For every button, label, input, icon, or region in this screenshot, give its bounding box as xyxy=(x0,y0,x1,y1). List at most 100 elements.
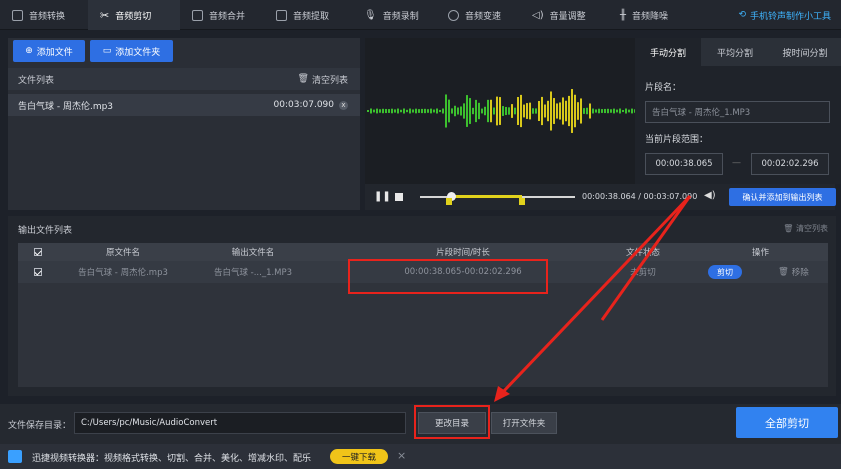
open-folder-button[interactable]: 打开文件夹 xyxy=(491,412,557,434)
remove-file-icon[interactable]: x xyxy=(339,100,348,110)
waveform-bar xyxy=(511,104,513,118)
waveform-bar xyxy=(478,102,480,120)
waveform-bar xyxy=(385,108,387,114)
waveform-bar xyxy=(589,103,591,119)
waveform-bar xyxy=(538,100,540,122)
stop-icon[interactable] xyxy=(395,193,403,201)
promo-bar: 迅捷视频转换器：视频格式转换、切割、合并、美化、增减水印、配乐 一键下载 × xyxy=(0,444,841,469)
confirm-add-output-button[interactable]: 确认并添加到输出列表 xyxy=(729,188,836,206)
col-actions: 操作 xyxy=(751,248,769,258)
merge-icon xyxy=(192,9,203,21)
waveform-bar xyxy=(616,109,618,113)
select-all-checkbox[interactable] xyxy=(34,248,42,256)
save-path-input[interactable]: C:/Users/pc/Music/AudioConvert xyxy=(74,412,406,434)
waveform-bar xyxy=(523,104,525,118)
mic-icon: 🎙 xyxy=(364,9,377,21)
range-label: 当前片段范围： xyxy=(645,135,709,145)
waveform-bar xyxy=(421,108,423,114)
range-end-marker[interactable] xyxy=(519,198,525,205)
waveform-bar xyxy=(463,103,465,119)
range-end-input[interactable]: 00:02:02.296 xyxy=(751,153,829,175)
waveform-bar xyxy=(373,109,375,113)
waveform-bar xyxy=(550,91,552,131)
add-folder-button[interactable]: ▭ 添加文件夹 xyxy=(90,40,173,62)
waveform-bar xyxy=(376,108,378,114)
output-table-body xyxy=(18,283,828,387)
tab-audio-speed[interactable]: 音频变速 xyxy=(436,0,524,30)
waveform-bar xyxy=(592,108,594,114)
waveform-bar xyxy=(583,108,585,114)
range-start-input[interactable]: 00:00:38.065 xyxy=(645,153,723,175)
close-promo-icon[interactable]: × xyxy=(397,449,406,462)
segment-name-input[interactable]: 告白气球 - 周杰伦_1.MP3 xyxy=(645,101,830,123)
tab-audio-record[interactable]: 🎙 音频录制 xyxy=(352,0,440,30)
waveform-bar xyxy=(559,102,561,120)
waveform-bar xyxy=(448,99,450,123)
tab-time-split[interactable]: 按时间分割 xyxy=(769,38,841,66)
waveform-bar xyxy=(466,95,468,127)
tab-audio-cut[interactable]: ✂ 音频剪切 xyxy=(88,0,180,30)
waveform-bar xyxy=(571,89,573,133)
cut-all-button[interactable]: 全部剪切 xyxy=(736,407,838,438)
waveform-bar xyxy=(565,100,567,122)
tab-volume-adjust[interactable]: ◁) 音量调整 xyxy=(520,0,608,30)
waveform-bar xyxy=(460,106,462,116)
waveform-bar xyxy=(475,99,477,123)
tab-average-split[interactable]: 平均分割 xyxy=(701,38,769,66)
waveform-bar xyxy=(580,98,582,124)
folder-icon: ▭ xyxy=(102,46,112,56)
waveform-bar xyxy=(547,100,549,122)
selection-range xyxy=(449,195,522,198)
row-output-name: 告白气球 -..._1.MP3 xyxy=(213,268,293,278)
waveform-bar xyxy=(496,96,498,126)
annotation-box-range xyxy=(348,259,548,294)
range-separator: — xyxy=(732,158,741,168)
waveform-bar xyxy=(601,109,603,113)
waveform-bar xyxy=(625,108,627,114)
waveform-bar xyxy=(415,108,417,114)
tab-audio-denoise[interactable]: ╫ 音频降噪 xyxy=(608,0,696,30)
range-start-marker[interactable] xyxy=(446,198,452,205)
waveform-bar xyxy=(499,97,501,125)
tab-audio-convert[interactable]: 音频转换 xyxy=(0,0,88,30)
waveform-bar xyxy=(493,107,495,115)
waveform-bar xyxy=(409,108,411,114)
waveform-bar xyxy=(427,109,429,113)
split-settings-panel: 片段名： 告白气球 - 周杰伦_1.MP3 当前片段范围： 00:00:38.0… xyxy=(635,66,841,184)
ringtone-tool-link[interactable]: ⟲ 手机铃声制作小工具 xyxy=(738,0,831,30)
pause-icon[interactable]: ❚❚ xyxy=(374,191,391,202)
trash-icon: 🗑 xyxy=(783,224,794,233)
waveform-bar xyxy=(631,108,633,114)
waveform-view[interactable] xyxy=(365,38,636,184)
row-remove-button[interactable]: 🗑 移除 xyxy=(778,261,809,283)
waveform-bar xyxy=(451,108,453,114)
waveform-bar xyxy=(574,94,576,128)
download-button[interactable]: 一键下载 xyxy=(330,449,388,464)
extract-icon xyxy=(276,9,287,21)
waveform-bar xyxy=(508,107,510,115)
waveform-bar xyxy=(424,108,426,114)
waveform-bar xyxy=(529,102,531,120)
clear-list-button[interactable]: 🗑 清空列表 xyxy=(298,73,348,86)
waveform-bar xyxy=(619,108,621,114)
volume-icon[interactable]: ◀) xyxy=(704,190,716,201)
row-cut-button[interactable]: 剪切 xyxy=(708,265,742,279)
waveform-bar xyxy=(397,108,399,114)
waveform-bar xyxy=(370,108,372,114)
waveform-bar xyxy=(487,99,489,123)
waveform-bar xyxy=(457,107,459,115)
row-checkbox[interactable] xyxy=(34,268,42,276)
tab-manual-split[interactable]: 手动分割 xyxy=(635,38,701,66)
waveform-bar xyxy=(607,108,609,114)
waveform-bar xyxy=(613,108,615,114)
add-file-button[interactable]: ⊕ 添加文件 xyxy=(13,40,85,62)
waveform-bar xyxy=(433,109,435,113)
file-list-item[interactable]: 告白气球 - 周杰伦.mp3 00:03:07.090 x xyxy=(8,94,360,116)
tab-audio-merge[interactable]: 音频合并 xyxy=(180,0,268,30)
trash-icon: 🗑 xyxy=(778,267,789,277)
tab-audio-extract[interactable]: 音频提取 xyxy=(264,0,352,30)
waveform-bar xyxy=(577,102,579,120)
waveform-bar xyxy=(520,94,522,128)
clear-output-button[interactable]: 🗑 清空列表 xyxy=(783,223,828,234)
waveform-bar xyxy=(391,108,393,114)
